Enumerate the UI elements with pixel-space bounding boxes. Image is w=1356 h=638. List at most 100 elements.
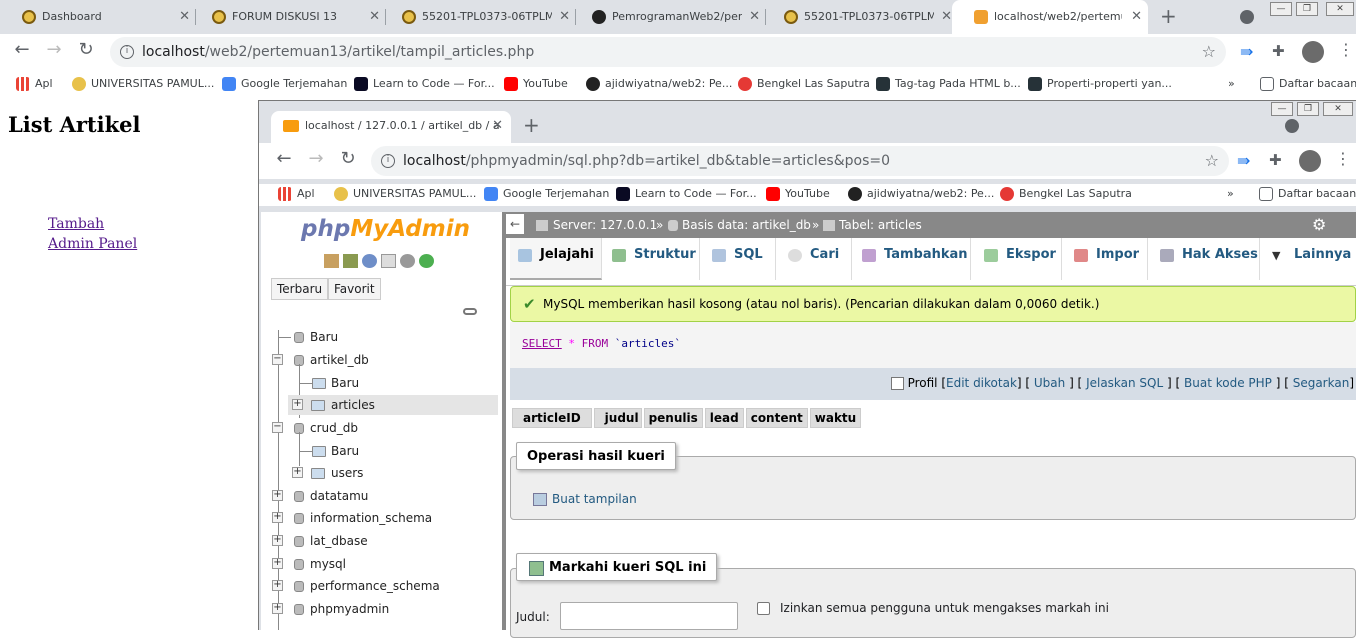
help-icon[interactable]	[362, 254, 377, 268]
tree-table-users[interactable]: + users	[288, 463, 363, 483]
bookmark-item[interactable]: Google Terjemahan	[220, 74, 347, 94]
expand-icon[interactable]: +	[272, 580, 283, 591]
browser-tab[interactable]: PemrogramanWeb2/pert1 ✕	[570, 0, 766, 34]
docs-icon[interactable]	[381, 254, 396, 268]
breadcrumb-table[interactable]: Tabel: articles	[839, 212, 922, 238]
info-icon[interactable]: i	[381, 154, 395, 168]
bookmark-item[interactable]: YouTube	[502, 74, 568, 94]
edit-inline-link[interactable]: Edit dikotak	[946, 376, 1017, 390]
column-header[interactable]: judul	[593, 408, 642, 428]
bookmark-item[interactable]: Learn to Code — For...	[614, 184, 757, 204]
address-bar[interactable]: i localhost/web2/pertemuan13/artikel/tam…	[110, 37, 1226, 67]
star-icon[interactable]: ☆	[1205, 146, 1219, 176]
tambah-link[interactable]: Tambah	[48, 216, 104, 232]
bookmark-item[interactable]: Google Terjemahan	[482, 184, 609, 204]
close-tab-icon[interactable]: ✕	[559, 0, 570, 34]
expand-icon[interactable]: +	[292, 399, 303, 410]
allow-users-checkbox[interactable]	[757, 602, 770, 615]
bookmark-apps[interactable]: Apl	[276, 184, 315, 204]
expand-icon[interactable]: +	[272, 603, 283, 614]
tab-hak-akses[interactable]: Hak Akses	[1152, 238, 1260, 280]
bookmark-item[interactable]: YouTube	[764, 184, 830, 204]
forward-button[interactable]: →	[304, 148, 328, 169]
info-icon[interactable]: i	[120, 45, 134, 59]
browser-tab[interactable]: 55201-TPL0373-06TPLM0( ✕	[380, 0, 576, 34]
bookmark-item[interactable]: UNIVERSITAS PAMUL...	[332, 184, 476, 204]
close-tab-icon[interactable]: ✕	[1131, 0, 1142, 34]
column-header[interactable]: lead	[704, 408, 744, 428]
column-header[interactable]: waktu	[809, 408, 862, 428]
tree-db-artikel[interactable]: − artikel_db	[272, 350, 369, 370]
tree-db-information-schema[interactable]: + information_schema	[272, 508, 432, 528]
collapse-icon[interactable]: −	[272, 422, 283, 433]
tab-lainnya[interactable]: ▼ Lainnya	[1264, 238, 1356, 280]
favorites-button[interactable]: Favorit	[328, 278, 381, 300]
tab-tambahkan[interactable]: Tambahkan	[854, 238, 971, 280]
tab-ekspor[interactable]: Ekspor	[976, 238, 1062, 280]
new-tab-button[interactable]: +	[523, 113, 540, 137]
bookmark-item[interactable]: Bengkel Las Saputra	[736, 74, 870, 94]
restore-button[interactable]: ❐	[1297, 102, 1319, 116]
bookmarks-more[interactable]: »	[1221, 184, 1234, 204]
close-tab-icon[interactable]: ✕	[492, 111, 503, 141]
settings-icon[interactable]	[400, 254, 415, 268]
tree-db-crud[interactable]: − crud_db	[272, 418, 358, 438]
browser-tab[interactable]: 55201-TPL0373-06TPLM0( ✕	[762, 0, 958, 34]
new-tab-button[interactable]: +	[1160, 4, 1177, 28]
back-button[interactable]: ←	[272, 148, 296, 169]
bookmark-item[interactable]: Properti-properti yan...	[1026, 74, 1172, 94]
browser-tab[interactable]: Dashboard ✕	[0, 0, 196, 34]
bookmark-item[interactable]: ajidwiyatna/web2: Pe...	[846, 184, 994, 204]
send-icon[interactable]: ⇛	[1237, 151, 1250, 170]
minimize-button[interactable]: —	[1270, 2, 1292, 16]
judul-input[interactable]	[560, 602, 738, 630]
address-bar[interactable]: i localhost/phpmyadmin/sql.php?db=artike…	[371, 146, 1229, 176]
tab-search-icon[interactable]	[1240, 10, 1254, 24]
settings-gear-icon[interactable]: ⚙	[1312, 212, 1326, 238]
tab-impor[interactable]: Impor	[1066, 238, 1148, 280]
send-icon[interactable]: ⇛	[1240, 42, 1253, 61]
browser-tab-active[interactable]: localhost/web2/pertemuan ✕	[952, 0, 1148, 34]
minimize-button[interactable]: —	[1271, 102, 1293, 116]
expand-icon[interactable]: +	[292, 467, 303, 478]
explain-sql-link[interactable]: Jelaskan SQL	[1086, 376, 1163, 390]
menu-icon[interactable]: ⋮	[1338, 40, 1354, 59]
bookmark-item[interactable]: Learn to Code — For...	[352, 74, 495, 94]
avatar[interactable]	[1299, 150, 1321, 172]
restore-button[interactable]: ❐	[1296, 2, 1318, 16]
sql-keyword[interactable]: SELECT	[522, 337, 562, 350]
tab-search-icon[interactable]	[1285, 119, 1299, 133]
tree-new-table[interactable]: Baru	[300, 441, 359, 461]
reload-icon[interactable]	[419, 254, 434, 268]
collapse-arrow-icon[interactable]: ←	[506, 214, 524, 234]
expand-icon[interactable]: +	[272, 512, 283, 523]
bookmarks-more[interactable]: »	[1222, 74, 1235, 94]
close-tab-icon[interactable]: ✕	[179, 0, 190, 34]
reading-list[interactable]: Daftar bacaan	[1257, 184, 1356, 204]
bookmark-item[interactable]: Tag-tag Pada HTML b...	[874, 74, 1021, 94]
recent-button[interactable]: Terbaru	[271, 278, 329, 300]
expand-icon[interactable]: +	[272, 490, 283, 501]
menu-icon[interactable]: ⋮	[1335, 149, 1351, 168]
tree-db-datatamu[interactable]: + datatamu	[272, 486, 368, 506]
expand-icon[interactable]: +	[272, 558, 283, 569]
create-view-link[interactable]: Buat tampilan	[552, 492, 637, 506]
create-php-link[interactable]: Buat kode PHP	[1184, 376, 1272, 390]
column-header[interactable]: content	[745, 408, 808, 428]
logout-icon[interactable]	[343, 254, 358, 268]
reload-button[interactable]: ↻	[74, 39, 98, 60]
tree-new-table[interactable]: Baru	[300, 373, 359, 393]
tab-jelajahi[interactable]: Jelajahi	[510, 238, 602, 280]
tree-db-performance-schema[interactable]: + performance_schema	[272, 576, 440, 596]
extensions-icon[interactable]: ✚	[1272, 42, 1285, 60]
tree-table-articles[interactable]: + articles	[288, 395, 498, 415]
tree-new-database[interactable]: Baru	[279, 327, 338, 347]
breadcrumb-server[interactable]: Server: 127.0.0.1	[553, 212, 657, 238]
admin-panel-link[interactable]: Admin Panel	[48, 236, 137, 252]
expand-icon[interactable]: +	[272, 535, 283, 546]
forward-button[interactable]: →	[42, 39, 66, 60]
close-window-button[interactable]: ✕	[1323, 102, 1353, 116]
tree-db-lat-dbase[interactable]: + lat_dbase	[272, 531, 368, 551]
edit-link[interactable]: Ubah	[1034, 376, 1065, 390]
tab-cari[interactable]: Cari	[780, 238, 852, 280]
